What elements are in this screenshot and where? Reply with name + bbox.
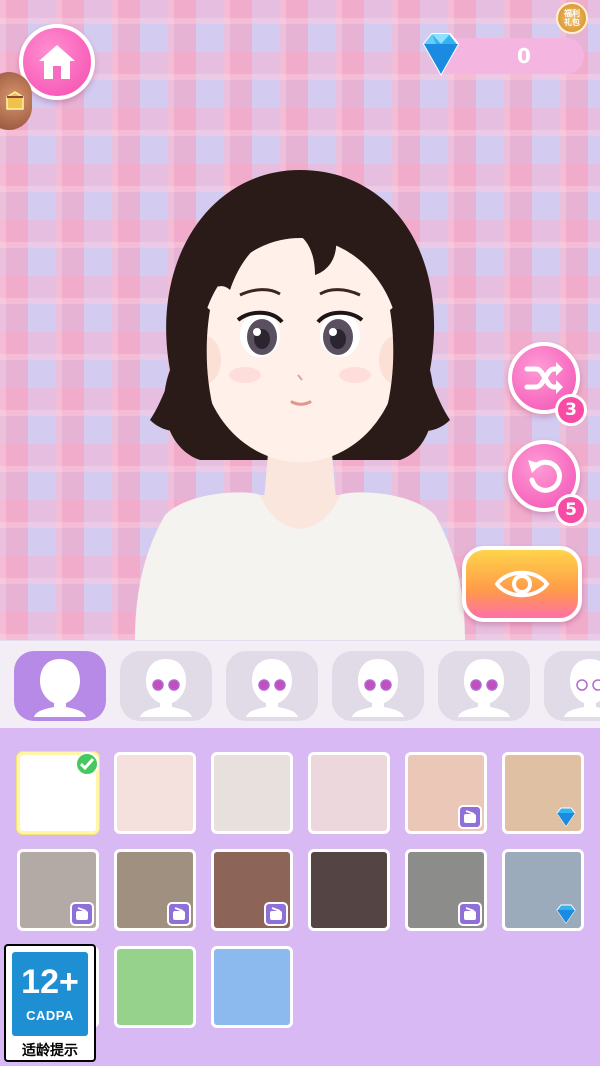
part-tab-strip (0, 640, 600, 728)
tab-eyes-4[interactable] (438, 651, 530, 721)
color-swatch[interactable] (308, 849, 390, 931)
color-swatch[interactable] (114, 946, 196, 1028)
color-swatch[interactable] (114, 849, 196, 931)
color-swatch[interactable] (17, 849, 99, 931)
color-swatch[interactable] (17, 752, 99, 834)
tab-face-shape[interactable] (14, 651, 106, 721)
age-rating-number: 12+ (21, 963, 79, 1001)
color-swatch[interactable] (405, 752, 487, 834)
age-rating-badge: 12+ CADPA 适龄提示 (4, 944, 96, 1062)
shuffle-count-badge: 3 (555, 394, 587, 426)
video-ad-icon (70, 902, 94, 926)
eye-icon (494, 570, 550, 598)
undo-count-badge: 5 (555, 494, 587, 526)
treasure-icon (6, 91, 24, 110)
tab-eyes-1[interactable] (120, 651, 212, 721)
character-avatar (135, 170, 465, 640)
video-ad-icon (458, 805, 482, 829)
check-icon (75, 752, 99, 776)
color-swatch[interactable] (405, 849, 487, 931)
color-swatch[interactable] (211, 946, 293, 1028)
color-swatch[interactable] (502, 752, 584, 834)
eyes-icon (140, 659, 192, 717)
color-swatch[interactable] (211, 849, 293, 931)
tab-eyes-5[interactable] (544, 651, 600, 721)
color-swatch[interactable] (211, 752, 293, 834)
video-ad-icon (264, 902, 288, 926)
shuffle-count: 3 (565, 400, 577, 420)
diamond-icon (553, 807, 579, 827)
age-rating-logo: 12+ CADPA (12, 952, 88, 1036)
head-silhouette-icon (34, 659, 86, 717)
color-swatch[interactable] (502, 849, 584, 931)
eyes-icon (246, 659, 298, 717)
tab-eyes-3[interactable] (332, 651, 424, 721)
eyes-icon (458, 659, 510, 717)
age-rating-org: CADPA (26, 1008, 74, 1023)
undo-count: 5 (565, 500, 577, 520)
age-rating-tip: 适龄提示 (22, 1043, 78, 1059)
tab-eyes-2[interactable] (226, 651, 318, 721)
gift-badge-button[interactable]: 福利 礼包 (556, 2, 588, 34)
shuffle-icon (524, 362, 563, 394)
video-ad-icon (167, 902, 191, 926)
color-swatch[interactable] (114, 752, 196, 834)
color-swatch[interactable] (308, 752, 390, 834)
home-icon (39, 45, 75, 79)
diamond-icon (553, 904, 579, 924)
gem-count: 0 (517, 44, 531, 68)
gift-badge-label: 福利 礼包 (564, 9, 580, 27)
preview-button[interactable] (462, 546, 582, 622)
eyes-icon (564, 659, 600, 717)
video-ad-icon (458, 902, 482, 926)
diamond-icon (422, 33, 460, 77)
eyes-icon (352, 659, 404, 717)
undo-icon (528, 459, 562, 493)
